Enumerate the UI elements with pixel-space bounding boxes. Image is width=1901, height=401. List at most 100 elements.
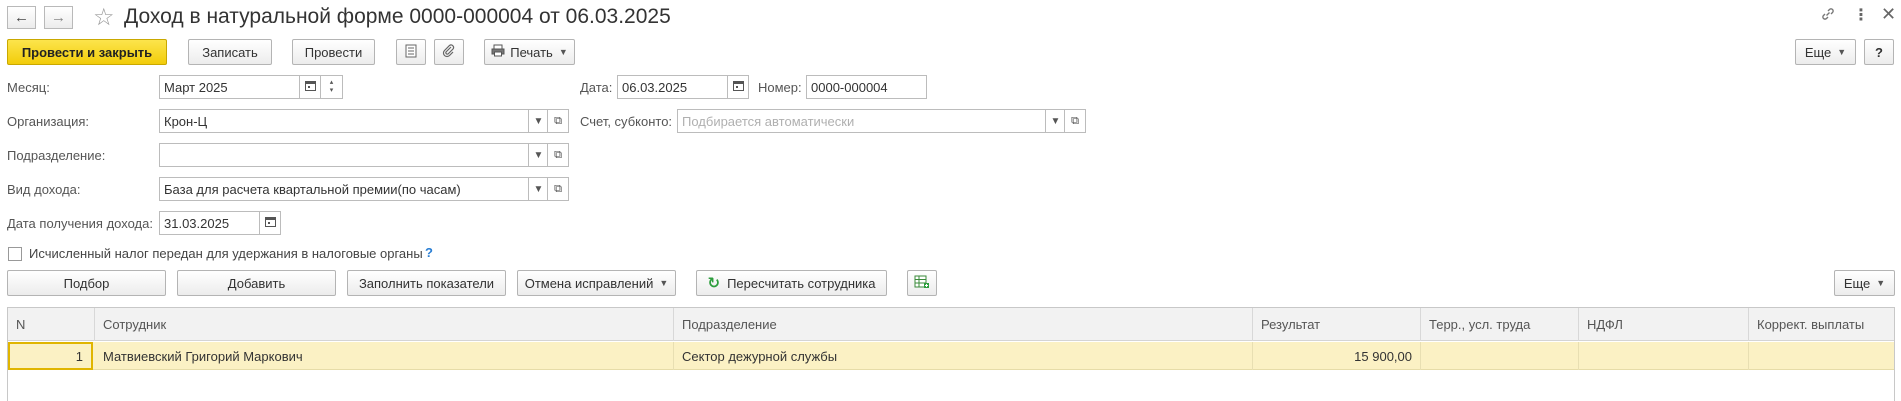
tax-transferred-label: Исчисленный налог передан для удержания …: [29, 246, 423, 261]
organization-dropdown[interactable]: ▼: [529, 109, 549, 133]
employees-table[interactable]: N Сотрудник Подразделение Результат Терр…: [7, 307, 1895, 401]
account-field[interactable]: Подбирается автоматически: [677, 109, 1046, 133]
print-button[interactable]: Печать ▼: [484, 39, 575, 65]
table-add-icon: [914, 275, 930, 292]
cell-correction[interactable]: [1749, 342, 1895, 370]
arrow-right-icon: →: [51, 9, 66, 26]
save-label: Записать: [202, 44, 258, 60]
paperclip-icon: [442, 43, 456, 61]
arrow-left-icon: ←: [14, 9, 29, 26]
fill-indicators-button[interactable]: Заполнить показатели: [347, 270, 506, 296]
post-and-close-label: Провести и закрыть: [21, 44, 153, 60]
forward-button[interactable]: →: [44, 6, 73, 29]
table-header: N Сотрудник Подразделение Результат Терр…: [8, 308, 1894, 341]
recalculate-employee-button[interactable]: ↻ Пересчитать сотрудника: [696, 270, 887, 296]
column-header-department[interactable]: Подразделение: [674, 308, 1253, 341]
add-button[interactable]: Добавить: [177, 270, 336, 296]
income-type-dropdown[interactable]: ▼: [529, 177, 549, 201]
select-button[interactable]: Подбор: [7, 270, 166, 296]
report-icon: [405, 44, 417, 61]
column-header-correction[interactable]: Коррект. выплаты: [1749, 308, 1895, 341]
calendar-icon: [264, 216, 276, 230]
table-settings-button[interactable]: [907, 270, 937, 296]
chevron-down-icon: ▼: [533, 183, 544, 195]
link-icon[interactable]: [1820, 6, 1836, 27]
report-button[interactable]: [396, 39, 426, 65]
print-label: Печать: [510, 44, 553, 60]
tax-transferred-checkbox[interactable]: [8, 247, 22, 261]
cell-terr[interactable]: [1421, 342, 1579, 370]
department-dropdown[interactable]: ▼: [529, 143, 549, 167]
column-header-ndfl[interactable]: НДФЛ: [1579, 308, 1749, 341]
add-label: Добавить: [227, 275, 286, 291]
back-button[interactable]: ←: [7, 6, 36, 29]
select-label: Подбор: [63, 275, 110, 291]
account-label: Счет, субконто:: [580, 114, 673, 129]
more-button[interactable]: Еще ▼: [1795, 39, 1856, 65]
income-type-open-button[interactable]: ⧉: [547, 177, 569, 201]
date-calendar-button[interactable]: [728, 75, 749, 99]
month-field[interactable]: Март 2025: [159, 75, 300, 99]
income-date-calendar-button[interactable]: [260, 211, 281, 235]
month-label: Месяц:: [7, 80, 50, 95]
income-date-label: Дата получения дохода:: [7, 216, 153, 231]
recalculate-employee-label: Пересчитать сотрудника: [727, 275, 876, 291]
save-button[interactable]: Записать: [188, 39, 272, 65]
organization-open-button[interactable]: ⧉: [547, 109, 569, 133]
calendar-icon: [732, 80, 744, 94]
calendar-button[interactable]: [300, 75, 321, 99]
department-field[interactable]: [159, 143, 529, 167]
more-icon[interactable]: ⋮: [1853, 5, 1869, 25]
account-open-button[interactable]: ⧉: [1064, 109, 1086, 133]
star-icon[interactable]: ☆: [93, 3, 115, 32]
number-field[interactable]: 0000-000004: [806, 75, 927, 99]
date-label: Дата:: [580, 80, 613, 95]
cell-ndfl[interactable]: [1579, 342, 1749, 370]
organization-label: Организация:: [7, 114, 90, 129]
cancel-corrections-button[interactable]: Отмена исправлений ▼: [517, 270, 676, 296]
chevron-down-icon: ▼: [1050, 115, 1061, 127]
column-header-result[interactable]: Результат: [1253, 308, 1421, 341]
open-icon: ⧉: [1071, 114, 1079, 127]
income-date-field[interactable]: 31.03.2025: [159, 211, 260, 235]
chevron-down-icon: ▼: [1837, 47, 1847, 57]
help-label: ?: [1875, 44, 1883, 60]
chevron-down-icon: ▼: [533, 115, 544, 127]
cell-employee[interactable]: Матвиевский Григорий Маркович: [95, 342, 674, 370]
number-label: Номер:: [758, 80, 802, 95]
printer-icon: [491, 44, 505, 60]
month-stepper[interactable]: ▴ ▾: [321, 75, 343, 99]
refresh-icon: ↻: [707, 275, 721, 292]
table-row[interactable]: 1 Матвиевский Григорий Маркович Сектор д…: [8, 342, 1894, 370]
organization-field[interactable]: Крон-Ц: [159, 109, 529, 133]
column-header-employee[interactable]: Сотрудник: [95, 308, 674, 341]
post-button[interactable]: Провести: [292, 39, 375, 65]
help-question-icon[interactable]: ?: [425, 245, 433, 260]
column-header-n[interactable]: N: [8, 308, 95, 341]
cell-n[interactable]: 1: [8, 342, 93, 370]
cell-department[interactable]: Сектор дежурной службы: [674, 342, 1253, 370]
post-and-close-button[interactable]: Провести и закрыть: [7, 39, 167, 65]
help-button[interactable]: ?: [1864, 39, 1894, 65]
income-type-field[interactable]: База для расчета квартальной премии(по ч…: [159, 177, 529, 201]
account-dropdown[interactable]: ▼: [1046, 109, 1066, 133]
attach-button[interactable]: [434, 39, 464, 65]
income-type-label: Вид дохода:: [7, 182, 81, 197]
calendar-icon: [304, 80, 316, 94]
cell-result[interactable]: 15 900,00: [1253, 342, 1421, 370]
table-more-button[interactable]: Еще ▼: [1834, 270, 1895, 296]
open-icon: ⧉: [554, 148, 562, 161]
chevron-down-icon: ▼: [533, 149, 544, 161]
open-icon: ⧉: [554, 182, 562, 195]
department-open-button[interactable]: ⧉: [547, 143, 569, 167]
chevron-down-icon: ▼: [659, 278, 669, 288]
column-header-terr[interactable]: Терр., усл. труда: [1421, 308, 1579, 341]
fill-indicators-label: Заполнить показатели: [358, 275, 495, 291]
date-field[interactable]: 06.03.2025: [617, 75, 728, 99]
department-label: Подразделение:: [7, 148, 106, 163]
chevron-down-icon: ▼: [558, 47, 568, 57]
page-title: Доход в натуральной форме 0000-000004 от…: [124, 5, 671, 28]
post-label: Провести: [304, 44, 363, 60]
close-icon[interactable]: ✕: [1881, 4, 1896, 25]
more-label: Еще: [1804, 44, 1832, 60]
